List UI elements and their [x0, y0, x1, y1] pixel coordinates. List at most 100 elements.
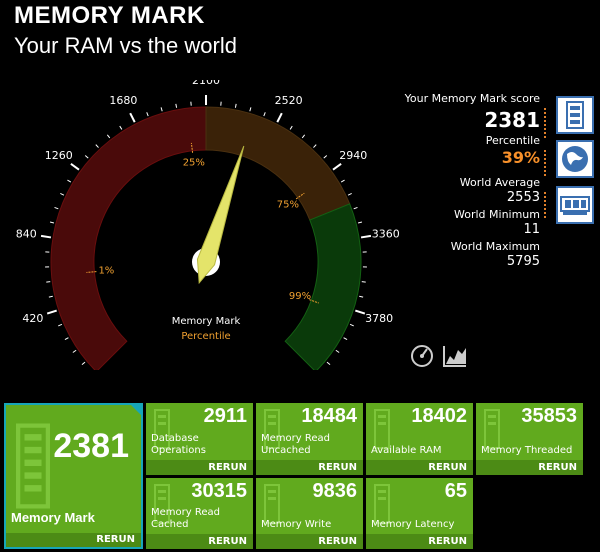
gauge-minor-tick	[301, 134, 306, 139]
gauge-minor-tick	[146, 112, 149, 117]
speedometer-icon[interactable]	[409, 344, 435, 368]
gauge-major-tick	[129, 112, 136, 123]
memory-mark-tile[interactable]: 2381 Memory Mark RERUN	[4, 403, 143, 549]
tile-name: Memory Write	[261, 519, 332, 530]
memory-module-icon[interactable]	[556, 96, 594, 134]
tile-value: 18484	[301, 405, 357, 427]
tile-value: 2911	[203, 405, 247, 427]
gauge-minor-tick	[49, 221, 55, 224]
memory-mark-tile-value: 2381	[53, 427, 129, 465]
gauge-minor-tick	[48, 295, 53, 298]
tile-name: Database Operations	[151, 433, 206, 456]
percentile-marker: 75%	[277, 200, 299, 211]
gauge-minor-tick	[72, 349, 77, 353]
gauge-minor-tick	[81, 361, 86, 366]
available-ram-tile[interactable]: 18402 Available RAM RERUN	[366, 403, 473, 475]
memory-mark-tile-name: Memory Mark	[11, 510, 95, 525]
memory-threaded-tile[interactable]: 35853 Memory Threaded RERUN	[476, 403, 583, 475]
globe-icon[interactable]	[556, 140, 594, 178]
gauge-minor-tick	[67, 179, 72, 183]
percentile-label: Percentile	[485, 134, 540, 147]
chart-icon[interactable]	[442, 344, 468, 368]
gauge-minor-tick	[289, 125, 293, 130]
tile-name: Available RAM	[371, 445, 442, 456]
score-label: Your Memory Mark score	[404, 92, 540, 105]
tile-value: 9836	[312, 480, 358, 502]
memory-deco-icon	[16, 423, 50, 509]
gauge-minor-tick	[323, 155, 328, 159]
world-maximum-label: World Maximum	[450, 240, 540, 253]
gauge-tick-label: 1680	[109, 94, 137, 107]
gauge-minor-tick	[58, 323, 63, 327]
memory-deco-icon	[374, 484, 390, 524]
percentile-divider	[544, 150, 548, 176]
percentile-marker: 1%	[98, 266, 114, 277]
rerun-button[interactable]: RERUN	[366, 534, 473, 549]
gauge-tick-label: 3780	[365, 312, 393, 325]
tile-name: Memory Read Uncached	[261, 433, 330, 456]
memory-deco-icon	[374, 409, 390, 449]
rerun-button[interactable]: RERUN	[146, 460, 253, 475]
memory-read-cached-tile[interactable]: 30315 Memory Read Cached RERUN	[146, 478, 253, 549]
rerun-button[interactable]: RERUN	[256, 534, 363, 549]
gauge-tick-label: 2100	[192, 80, 220, 87]
memory-deco-icon	[264, 484, 280, 524]
gauge-minor-tick	[175, 103, 178, 108]
gauge-minor-tick	[60, 192, 65, 196]
gauge-tick-label: 1260	[45, 149, 73, 162]
memory-latency-tile[interactable]: 65 Memory Latency RERUN	[366, 478, 473, 549]
gauge-minor-tick	[119, 125, 123, 130]
tile-value: 18402	[411, 405, 467, 427]
memory-deco-icon	[484, 409, 500, 449]
rerun-button[interactable]: RERUN	[256, 460, 363, 475]
gauge-major-tick	[355, 309, 366, 315]
gauge-minor-tick	[263, 112, 266, 117]
world-average-value: 2553	[506, 190, 540, 205]
world-maximum-value: 5795	[506, 254, 540, 269]
gauge-minor-tick	[106, 134, 111, 139]
rerun-button[interactable]: RERUN	[6, 533, 141, 547]
gauge-minor-tick	[326, 361, 331, 366]
gauge-minor-tick	[249, 107, 252, 112]
rerun-button[interactable]: RERUN	[366, 460, 473, 475]
gauge-minor-tick	[335, 349, 340, 353]
tile-name: Memory Latency	[371, 519, 455, 530]
tile-value: 65	[444, 480, 467, 502]
memory-read-uncached-tile[interactable]: 18484 Memory Read Uncached RERUN	[256, 403, 363, 475]
gauge-major-tick	[46, 309, 57, 315]
gauge-minor-tick	[361, 281, 366, 283]
gauge-minor-tick	[349, 323, 354, 327]
tile-value: 30315	[191, 480, 247, 502]
gauge-major-tick	[70, 163, 80, 171]
memory-write-tile[interactable]: 9836 Memory Write RERUN	[256, 478, 363, 549]
score-value: 2381	[484, 108, 540, 132]
world-average-label: World Average	[459, 176, 540, 189]
gauge-minor-tick	[64, 337, 69, 341]
percentile-marker: 99%	[289, 291, 311, 302]
ram-chip-icon[interactable]	[556, 186, 594, 224]
gauge-tick-label: 840	[16, 228, 37, 241]
percentile-value: 39%	[501, 148, 540, 167]
rerun-button[interactable]: RERUN	[476, 460, 583, 475]
gauge-minor-tick	[343, 337, 348, 341]
gauge-major-tick	[276, 112, 283, 123]
rerun-button[interactable]: RERUN	[146, 534, 253, 549]
page-subtitle: Your RAM vs the world	[14, 33, 237, 58]
gauge-minor-tick	[54, 206, 59, 210]
gauge-tick-label: 2520	[275, 94, 303, 107]
gauge-minor-tick	[160, 107, 163, 112]
database-operations-tile[interactable]: 2911 Database Operations RERUN	[146, 403, 253, 475]
world-minimum-value: 11	[523, 222, 540, 237]
gauge-tick-label: 420	[22, 312, 43, 325]
world-minimum-label: World Minimum	[454, 208, 540, 221]
gauge-minor-tick	[46, 281, 51, 283]
gauge-center-label: Memory Mark	[172, 316, 241, 327]
tile-name: Memory Read Cached	[151, 507, 220, 530]
gauge-minor-tick	[84, 155, 89, 159]
gauge-major-tick	[40, 234, 52, 239]
tile-name: Memory Threaded	[481, 445, 573, 456]
gauge-minor-tick	[234, 103, 237, 108]
gauge-minor-tick	[359, 295, 364, 298]
selected-corner	[129, 403, 143, 417]
world-divider	[544, 192, 548, 218]
